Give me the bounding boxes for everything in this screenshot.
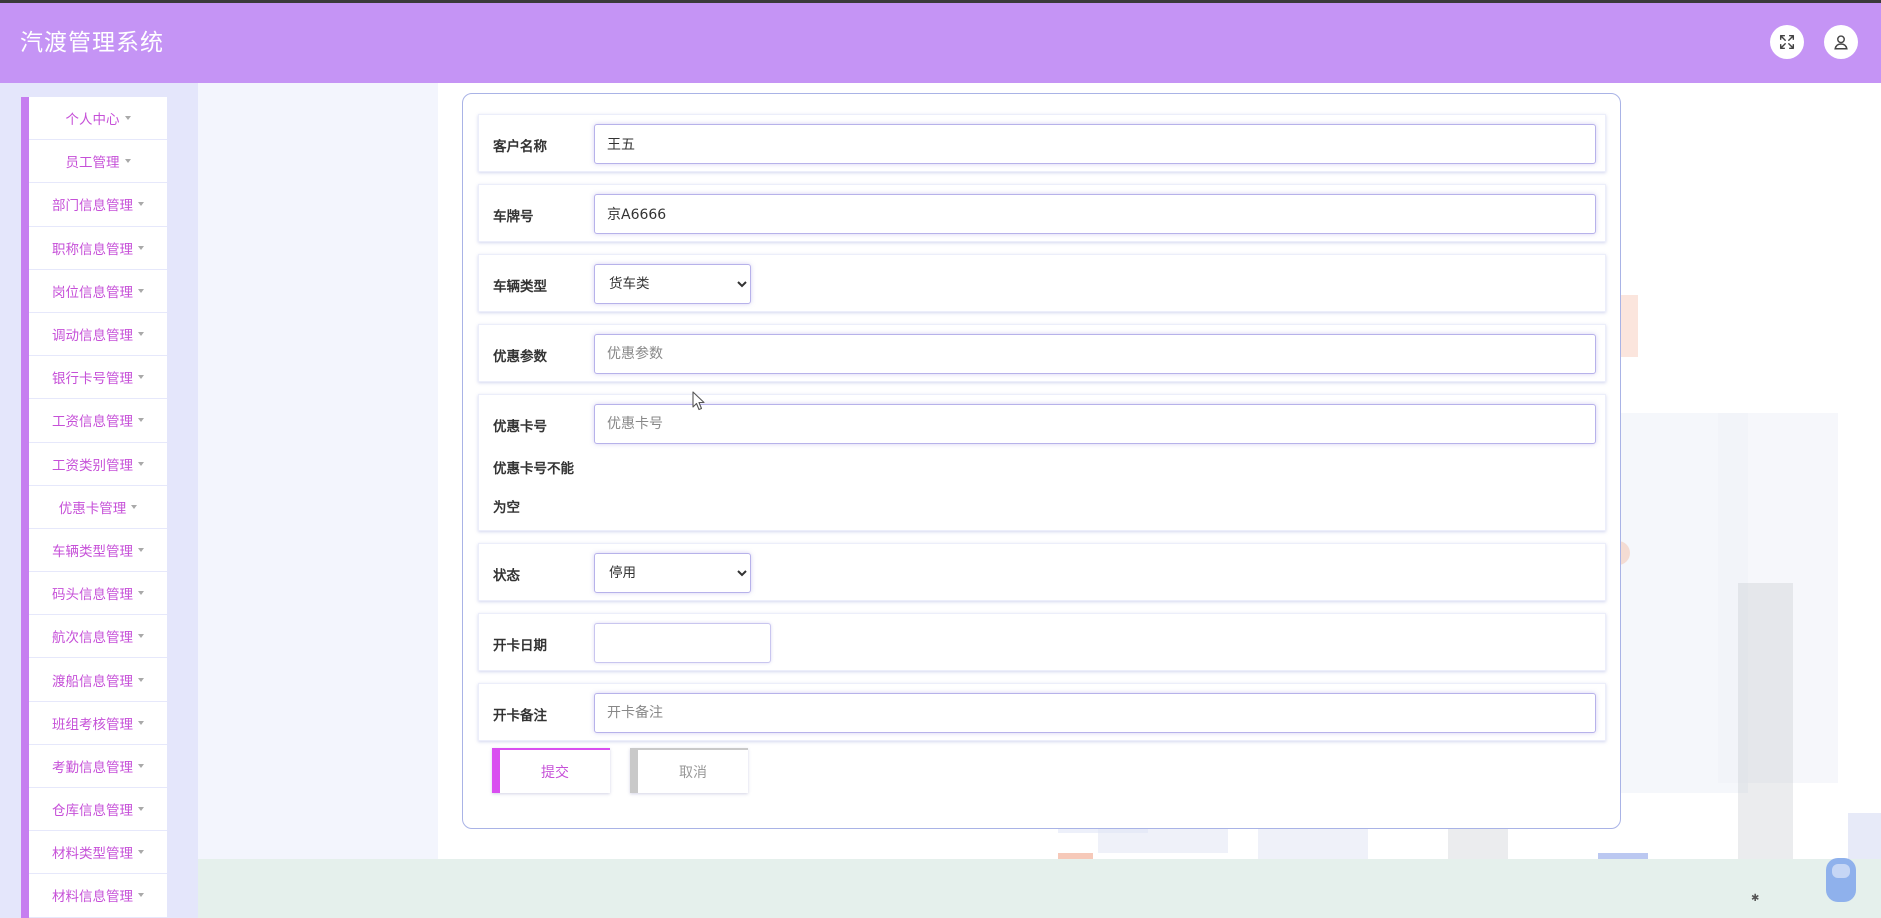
sidebar-item-vehicle-type[interactable]: 车辆类型管理 [29, 529, 167, 573]
form-row-customer-name: 客户名称 [478, 114, 1606, 172]
sidebar-item-personal-center[interactable]: 个人中心 [29, 97, 167, 141]
status-select[interactable]: 停用 [594, 553, 751, 593]
sidebar-item-dock[interactable]: 码头信息管理 [29, 572, 167, 616]
sidebar-item-transfer[interactable]: 调动信息管理 [29, 313, 167, 357]
form-row-discount-card: 优惠卡号 优惠卡号不能为空 [478, 394, 1606, 531]
sidebar-item-employee[interactable]: 员工管理 [29, 140, 167, 184]
cancel-button[interactable]: 取消 [630, 748, 748, 793]
sidebar-item-department[interactable]: 部门信息管理 [29, 183, 167, 227]
mouse-cursor-icon [692, 391, 705, 411]
customer-name-label: 客户名称 [493, 139, 547, 155]
plate-number-input[interactable] [594, 194, 1596, 234]
sidebar-item-salary[interactable]: 工资信息管理 [29, 399, 167, 443]
discount-card-label: 优惠卡号 [493, 419, 547, 435]
form-row-discount-param: 优惠参数 [478, 324, 1606, 382]
small-pin-icon: ✱ [1751, 893, 1760, 904]
vehicle-type-label: 车辆类型 [493, 279, 547, 295]
caret-down-icon [138, 288, 144, 293]
open-date-label: 开卡日期 [493, 638, 547, 654]
open-remark-label: 开卡备注 [493, 708, 547, 724]
discount-param-label: 优惠参数 [493, 349, 547, 365]
caret-down-icon [124, 159, 131, 164]
caret-down-icon [138, 807, 144, 812]
sidebar-item-team-assessment[interactable]: 班组考核管理 [29, 702, 167, 745]
vehicle-type-select[interactable]: 货车类 [594, 264, 751, 304]
sidebar-item-job-title[interactable]: 职称信息管理 [29, 227, 167, 270]
floating-assistant-widget[interactable] [1826, 858, 1856, 902]
open-date-picker[interactable] [594, 623, 771, 663]
caret-down-icon [131, 504, 138, 509]
discount-param-input[interactable] [594, 334, 1596, 374]
sidebar-accent-bar [21, 97, 29, 918]
caret-down-icon [138, 245, 144, 250]
caret-down-icon [138, 375, 144, 380]
form-row-plate-number: 车牌号 [478, 184, 1606, 242]
form-row-open-date: 开卡日期 [478, 613, 1606, 671]
user-icon [1834, 35, 1848, 50]
caret-down-icon [138, 418, 144, 423]
caret-down-icon [138, 720, 144, 725]
submit-button[interactable]: 提交 [492, 748, 610, 793]
sidebar-item-attendance[interactable]: 考勤信息管理 [29, 745, 167, 788]
sidebar-item-voyage[interactable]: 航次信息管理 [29, 615, 167, 659]
caret-down-icon [138, 677, 144, 682]
sidebar-item-bank-card[interactable]: 银行卡号管理 [29, 356, 167, 400]
form-row-vehicle-type: 车辆类型 货车类 [478, 254, 1606, 312]
sidebar-menu: 个人中心 员工管理 部门信息管理 职称信息管理 岗位信息管理 调动信息管理 银行… [29, 97, 167, 918]
caret-down-icon [138, 547, 144, 552]
discount-card-error-message: 优惠卡号不能为空 [493, 461, 574, 516]
caret-down-icon [138, 850, 144, 855]
sidebar-item-material-type[interactable]: 材料类型管理 [29, 831, 167, 875]
caret-down-icon [138, 461, 144, 466]
caret-down-icon [124, 116, 131, 121]
app-title: 汽渡管理系统 [20, 30, 164, 56]
sidebar-item-material[interactable]: 材料信息管理 [29, 874, 167, 918]
sidebar-item-ferry[interactable]: 渡船信息管理 [29, 658, 167, 702]
open-remark-input[interactable] [594, 693, 1596, 733]
fullscreen-icon [1779, 34, 1795, 50]
form-row-status: 状态 停用 [478, 543, 1606, 601]
form-row-open-remark: 开卡备注 [478, 683, 1606, 741]
caret-down-icon [138, 634, 144, 639]
caret-down-icon [138, 893, 144, 898]
sidebar-item-warehouse[interactable]: 仓库信息管理 [29, 788, 167, 832]
plate-number-label: 车牌号 [493, 209, 534, 225]
caret-down-icon [138, 202, 144, 207]
user-button[interactable] [1824, 25, 1858, 59]
discount-card-input[interactable] [594, 404, 1596, 444]
sidebar-item-position[interactable]: 岗位信息管理 [29, 270, 167, 313]
footer-band [198, 859, 1881, 918]
caret-down-icon [138, 763, 144, 768]
add-form-card: 客户名称 车牌号 车辆类型 货车类 优惠参数 优惠卡号 优惠卡号不能为空 状态 … [462, 93, 1621, 829]
caret-down-icon [138, 332, 144, 337]
fullscreen-button[interactable] [1770, 25, 1804, 59]
top-header: 汽渡管理系统 [0, 3, 1881, 83]
status-label: 状态 [493, 568, 520, 584]
sidebar-item-salary-category[interactable]: 工资类别管理 [29, 443, 167, 486]
sidebar-item-discount-card[interactable]: 优惠卡管理 [29, 486, 167, 529]
caret-down-icon [138, 591, 144, 596]
customer-name-input[interactable] [594, 124, 1596, 164]
